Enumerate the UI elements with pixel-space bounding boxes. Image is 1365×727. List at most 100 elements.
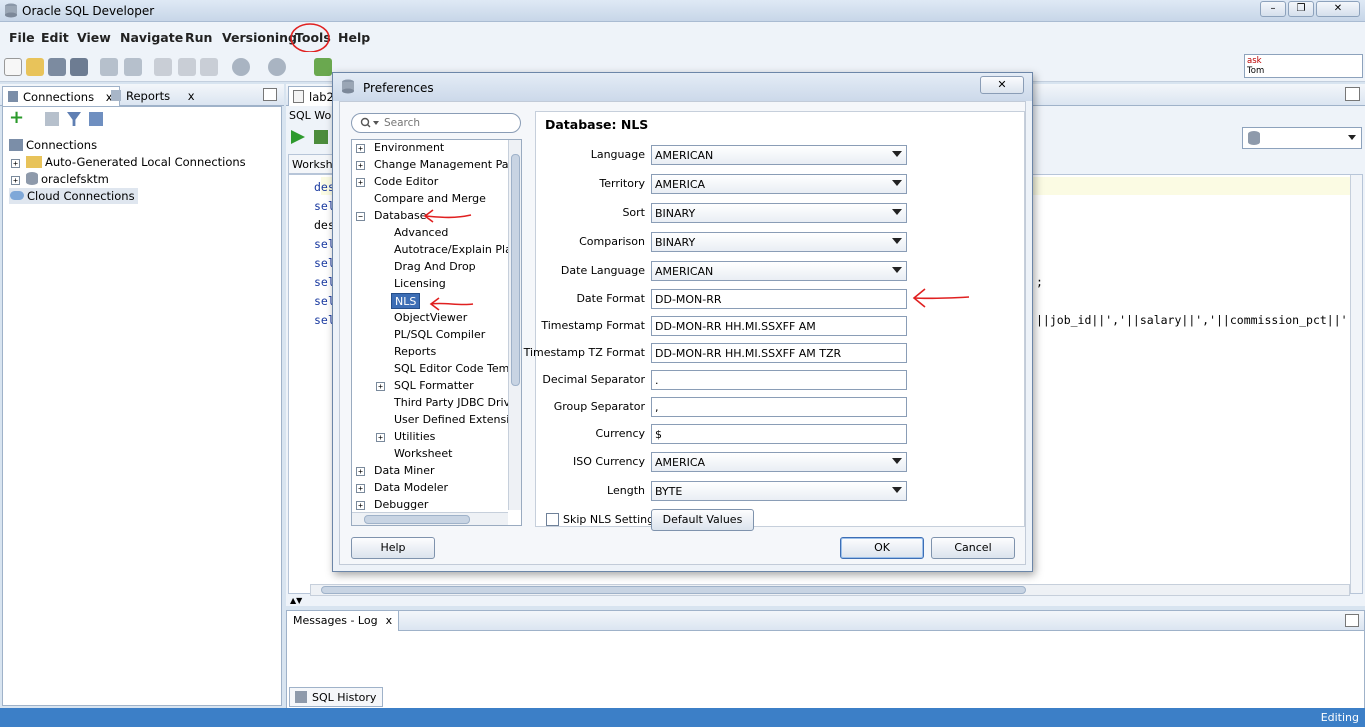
- tree-item-data-miner[interactable]: Data Miner: [374, 463, 435, 479]
- length-select[interactable]: BYTE: [651, 481, 907, 501]
- minimize-panel-icon[interactable]: [1345, 614, 1359, 627]
- currency-field[interactable]: $: [651, 424, 907, 444]
- group-separator-field[interactable]: ,: [651, 397, 907, 417]
- search-input[interactable]: [384, 116, 516, 130]
- timestamp-format-field[interactable]: DD-MON-RR HH.MI.SSXFF AM: [651, 316, 907, 336]
- tab-messages-log[interactable]: Messages - Log x: [287, 611, 400, 631]
- comparison-select[interactable]: BINARY: [651, 232, 907, 252]
- save-all-icon[interactable]: [70, 58, 88, 76]
- menu-file[interactable]: File: [9, 30, 35, 45]
- back-icon[interactable]: [232, 58, 250, 76]
- tree-item-compare-merge[interactable]: Compare and Merge: [374, 191, 486, 207]
- tab-reports[interactable]: Reports x: [106, 86, 201, 106]
- tab-sql-history[interactable]: SQL History: [289, 687, 384, 707]
- ask-tom-search[interactable]: ask Tom: [1244, 54, 1363, 78]
- tree-item-advanced[interactable]: Advanced: [394, 225, 448, 241]
- tree-item-user-defined-extension[interactable]: User Defined Extension: [394, 412, 521, 428]
- default-values-button[interactable]: Default Values: [651, 509, 754, 531]
- split-arrows-icon[interactable]: ▲▼: [290, 596, 302, 605]
- timestamp-tz-format-field[interactable]: DD-MON-RR HH.MI.SSXFF AM TZR: [651, 343, 907, 363]
- help-button[interactable]: Help: [351, 537, 435, 559]
- worksheet-tab[interactable]: Workshe: [288, 154, 339, 174]
- open-folder-icon[interactable]: [26, 58, 44, 76]
- iso-currency-select[interactable]: AMERICA: [651, 452, 907, 472]
- close-window-button[interactable]: ✕: [1316, 1, 1360, 17]
- sort-select[interactable]: BINARY: [651, 203, 907, 223]
- cancel-button[interactable]: Cancel: [931, 537, 1015, 559]
- territory-select[interactable]: AMERICA: [651, 174, 907, 194]
- redo-icon[interactable]: [124, 58, 142, 76]
- scrollbar-thumb[interactable]: [364, 515, 470, 524]
- tree-item-database[interactable]: Database: [374, 208, 427, 224]
- tree-item-data-modeler[interactable]: Data Modeler: [374, 480, 448, 496]
- tab-list-icon[interactable]: [1345, 87, 1360, 101]
- cut-icon[interactable]: [154, 58, 172, 76]
- tree-oraclefsktm[interactable]: + oraclefsktm: [11, 172, 109, 186]
- tree-horizontal-scrollbar[interactable]: [352, 512, 508, 525]
- tree-item-plsql-compiler[interactable]: PL/SQL Compiler: [394, 327, 485, 343]
- tree-item-nls[interactable]: NLS: [391, 293, 421, 309]
- minimize-panel-icon[interactable]: [263, 88, 277, 101]
- copy-icon[interactable]: [178, 58, 196, 76]
- undo-icon[interactable]: [100, 58, 118, 76]
- tree-item-drag-drop[interactable]: Drag And Drop: [394, 259, 476, 275]
- close-icon[interactable]: x: [188, 89, 195, 103]
- menu-run[interactable]: Run: [185, 30, 212, 45]
- tree-item-code-editor[interactable]: Code Editor: [374, 174, 438, 190]
- minimize-button[interactable]: –: [1260, 1, 1286, 17]
- editor-vertical-scrollbar[interactable]: [1350, 175, 1362, 593]
- expand-icon[interactable]: +: [356, 467, 365, 476]
- date-format-field[interactable]: DD-MON-RR: [651, 289, 907, 309]
- expand-icon[interactable]: +: [356, 484, 365, 493]
- editor-horizontal-scrollbar[interactable]: [310, 584, 1350, 596]
- refresh-icon[interactable]: [45, 112, 59, 126]
- maximize-button[interactable]: ❐: [1288, 1, 1314, 17]
- run-script-icon[interactable]: [314, 130, 328, 144]
- tree-item-licensing[interactable]: Licensing: [394, 276, 446, 292]
- connection-selector[interactable]: [1242, 127, 1362, 149]
- tree-item-sql-formatter[interactable]: SQL Formatter: [394, 378, 474, 394]
- skip-nls-checkbox[interactable]: [546, 513, 559, 526]
- expand-icon[interactable]: +: [376, 382, 385, 391]
- menu-edit[interactable]: Edit: [41, 30, 69, 45]
- chevron-down-icon: [892, 151, 902, 157]
- ok-button[interactable]: OK: [840, 537, 924, 559]
- schema-browser-icon[interactable]: [89, 112, 103, 126]
- menu-versioning[interactable]: Versioning: [222, 30, 297, 45]
- add-connection-icon[interactable]: +: [9, 109, 25, 127]
- decimal-separator-field[interactable]: .: [651, 370, 907, 390]
- close-icon[interactable]: x: [386, 614, 393, 627]
- sql-worksheet-icon[interactable]: [314, 58, 332, 76]
- tree-auto-generated[interactable]: + Auto-Generated Local Connections: [11, 155, 246, 169]
- save-icon[interactable]: [48, 58, 66, 76]
- scrollbar-thumb[interactable]: [321, 586, 1026, 594]
- menu-view[interactable]: View: [77, 30, 111, 45]
- language-select[interactable]: AMERICAN: [651, 145, 907, 165]
- tree-item-debugger[interactable]: Debugger: [374, 497, 428, 513]
- preferences-search[interactable]: [351, 113, 521, 133]
- expand-icon[interactable]: +: [11, 159, 20, 168]
- tree-item-environment[interactable]: Environment: [374, 140, 444, 156]
- tab-connections[interactable]: Connections x: [2, 86, 120, 106]
- filter-icon[interactable]: [67, 112, 81, 126]
- menu-navigate[interactable]: Navigate: [120, 30, 183, 45]
- expand-icon[interactable]: +: [356, 178, 365, 187]
- expand-icon[interactable]: +: [356, 161, 365, 170]
- tree-item-utilities[interactable]: Utilities: [394, 429, 435, 445]
- paste-icon[interactable]: [200, 58, 218, 76]
- expand-icon[interactable]: +: [356, 144, 365, 153]
- date-language-select[interactable]: AMERICAN: [651, 261, 907, 281]
- forward-icon[interactable]: [268, 58, 286, 76]
- expand-icon[interactable]: +: [376, 433, 385, 442]
- tree-cloud-connections[interactable]: Cloud Connections: [9, 188, 138, 204]
- menu-help[interactable]: Help: [338, 30, 370, 45]
- tree-item-objectviewer[interactable]: ObjectViewer: [394, 310, 467, 326]
- new-icon[interactable]: [4, 58, 22, 76]
- tree-item-reports[interactable]: Reports: [394, 344, 436, 360]
- collapse-icon[interactable]: −: [356, 212, 365, 221]
- expand-icon[interactable]: +: [11, 176, 20, 185]
- tree-connections[interactable]: Connections: [9, 138, 97, 152]
- expand-icon[interactable]: +: [356, 501, 365, 510]
- tree-item-worksheet[interactable]: Worksheet: [394, 446, 452, 462]
- dialog-close-button[interactable]: ✕: [980, 76, 1024, 94]
